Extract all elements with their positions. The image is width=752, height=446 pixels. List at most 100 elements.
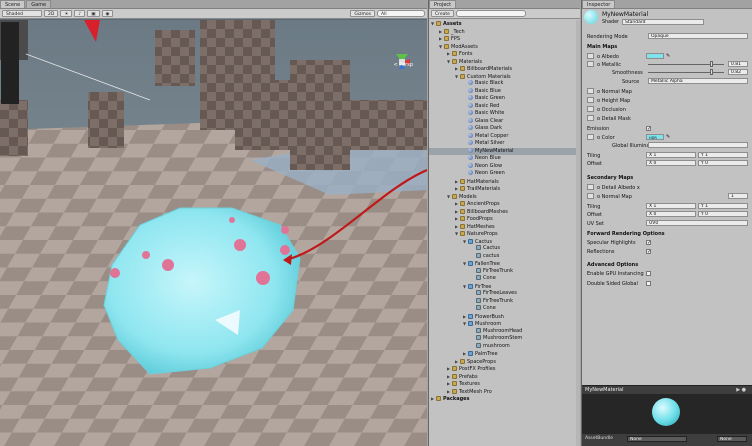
detail-mask-slot[interactable] (587, 115, 594, 121)
albedo-color-swatch[interactable] (646, 53, 664, 59)
project-asset-row[interactable]: Cactus (429, 245, 580, 253)
project-folder-row[interactable]: ▶ TextMesh Pro (429, 388, 580, 396)
project-asset-row[interactable]: Neon Blue (429, 155, 580, 163)
project-asset-row[interactable]: FirTreeTrunk (429, 297, 580, 306)
project-folder-row[interactable]: ▶ HatMaterials (429, 178, 580, 186)
project-asset-row[interactable]: Glass Dark (429, 125, 580, 133)
gpu-instancing-checkbox[interactable] (646, 271, 651, 276)
tab-game[interactable]: Game (26, 0, 52, 8)
project-asset-row[interactable]: Neon Glow (429, 162, 580, 171)
emission-eyedropper-icon[interactable]: ✎ (666, 134, 670, 140)
project-folder-row[interactable]: ▶ HatMeshes (429, 223, 580, 231)
project-folder-row[interactable]: ▶ Textures (429, 380, 580, 388)
tab-inspector[interactable]: Inspector (582, 0, 616, 8)
project-asset-row[interactable]: MushroomStem (429, 335, 580, 343)
scene-search-input[interactable]: All (377, 10, 425, 17)
offset2-x-field[interactable]: X 0 (646, 211, 696, 217)
project-folder-row[interactable]: ▶ SpaceProps (429, 358, 580, 366)
project-folder-row[interactable]: ▶ TrailMaterials (429, 185, 580, 193)
project-folder-row[interactable]: ▼ ModAssets (429, 43, 580, 51)
effects-dropdown[interactable]: ▣ (87, 10, 100, 17)
shader-dropdown[interactable]: Standard (622, 19, 704, 25)
project-folder-row[interactable]: ▶ AncientProps (429, 200, 580, 208)
asset-bundle-variant-dropdown[interactable]: None (717, 436, 747, 442)
project-asset-row[interactable]: ▼ FirTree (429, 283, 580, 291)
project-asset-row[interactable]: FirTreeLeaves (429, 290, 580, 298)
tiling2-y-field[interactable]: Y 1 (698, 203, 748, 209)
rendering-mode-dropdown[interactable]: Opaque (648, 33, 748, 39)
global-illumination-dropdown[interactable] (648, 142, 748, 148)
project-asset-row[interactable]: ▼ Cactus (429, 238, 580, 246)
project-asset-row[interactable]: Basic Black (429, 80, 580, 88)
metallic-texture-slot[interactable] (587, 61, 594, 67)
project-asset-row[interactable]: FirTreeTrunk (429, 267, 580, 276)
offset-x-field[interactable]: X 0 (646, 160, 696, 166)
metallic-slider-handle[interactable] (710, 61, 713, 67)
metallic-value[interactable]: 0.81 (728, 61, 748, 67)
emission-color-slot[interactable] (587, 134, 594, 140)
secondary-normal-scale[interactable]: 1 (728, 193, 748, 199)
project-asset-row[interactable]: mushroom (429, 342, 580, 351)
project-scrollbar[interactable] (576, 20, 580, 446)
project-asset-row[interactable]: Cone (429, 305, 580, 313)
tiling2-x-field[interactable]: X 1 (646, 203, 696, 209)
project-folder-row[interactable]: ▼ NatureProps (429, 230, 580, 238)
scene-view[interactable]: < Persp (0, 20, 427, 446)
asset-bundle-dropdown[interactable]: None (627, 436, 687, 442)
double-sided-gi-checkbox[interactable] (646, 281, 651, 286)
offset2-y-field[interactable]: Y 0 (698, 211, 748, 217)
project-folder-row[interactable]: ▶ _Tech (429, 28, 580, 36)
project-asset-row[interactable]: ▶ FlowerBush (429, 313, 580, 321)
project-asset-row[interactable]: ▶ PalmTree (429, 350, 580, 358)
project-search-input[interactable] (455, 10, 526, 17)
project-asset-row[interactable]: Basic Green (429, 95, 580, 103)
tiling-y-field[interactable]: Y 1 (698, 152, 748, 158)
material-preview[interactable] (582, 394, 752, 434)
2d-toggle[interactable]: 2D (44, 10, 59, 17)
tab-project[interactable]: Project (429, 0, 457, 8)
shading-mode-dropdown[interactable]: Shaded (2, 10, 42, 17)
project-folder-row[interactable]: ▶ BillboardMeshes (429, 208, 580, 216)
project-asset-row[interactable]: Cone (429, 275, 580, 283)
project-asset-row[interactable]: MushroomHead (429, 327, 580, 336)
gizmos-dropdown[interactable]: Gizmos (350, 10, 375, 17)
project-asset-row[interactable]: Basic White (429, 110, 580, 118)
project-folder-row[interactable]: ▶ Fonts (429, 50, 580, 58)
project-asset-row[interactable]: MyNewMaterial (429, 147, 580, 155)
source-dropdown[interactable]: Metallic Alpha (648, 78, 748, 84)
project-folder-row[interactable]: ▶ PostFX Profiles (429, 365, 580, 373)
project-asset-row[interactable]: ▼ FallenTree (429, 260, 580, 268)
project-asset-row[interactable]: cactus (429, 252, 580, 261)
tiling-x-field[interactable]: X 1 (646, 152, 696, 158)
project-folder-row[interactable]: ▶ BillboardMaterials (429, 65, 580, 73)
preview-play-icon[interactable]: ▶ ● (736, 387, 746, 393)
project-asset-row[interactable]: Metal Silver (429, 140, 580, 148)
project-asset-row[interactable]: Neon Green (429, 170, 580, 178)
audio-toggle[interactable]: ♪ (74, 10, 86, 17)
create-dropdown[interactable]: Create (431, 10, 454, 17)
project-folder-row[interactable]: ▼ Custom Materials (429, 73, 580, 81)
persp-label[interactable]: < Persp (393, 62, 413, 68)
project-asset-row[interactable]: Glass Clear (429, 117, 580, 126)
project-folder-row[interactable]: ▶ Prefabs (429, 373, 580, 381)
occlusion-slot[interactable] (587, 106, 594, 112)
project-folder-row[interactable]: ▶ Packages (429, 395, 580, 403)
gizmo-visibility-toggle[interactable]: ◉ (101, 10, 114, 17)
project-asset-row[interactable]: Basic Red (429, 102, 580, 111)
albedo-texture-slot[interactable] (587, 53, 594, 59)
secondary-normal-map-slot[interactable] (587, 193, 594, 199)
tab-scene[interactable]: Scene (0, 0, 26, 8)
uv-set-dropdown[interactable]: UV0 (646, 220, 748, 226)
project-asset-row[interactable]: ▼ Mushroom (429, 320, 580, 328)
emission-color-swatch[interactable]: HDR (646, 134, 664, 140)
detail-albedo-slot[interactable] (587, 184, 594, 190)
eyedropper-icon[interactable]: ✎ (666, 53, 670, 59)
project-folder-row[interactable]: ▼ Models (429, 193, 580, 201)
smoothness-value[interactable]: 0.82 (728, 69, 748, 75)
project-asset-row[interactable]: Metal Copper (429, 132, 580, 141)
normal-map-slot[interactable] (587, 88, 594, 94)
offset-y-field[interactable]: Y 0 (698, 160, 748, 166)
lighting-toggle[interactable]: ☀ (60, 10, 73, 17)
project-asset-row[interactable]: Basic Blue (429, 87, 580, 96)
project-folder-row[interactable]: ▶ FoodProps (429, 215, 580, 223)
